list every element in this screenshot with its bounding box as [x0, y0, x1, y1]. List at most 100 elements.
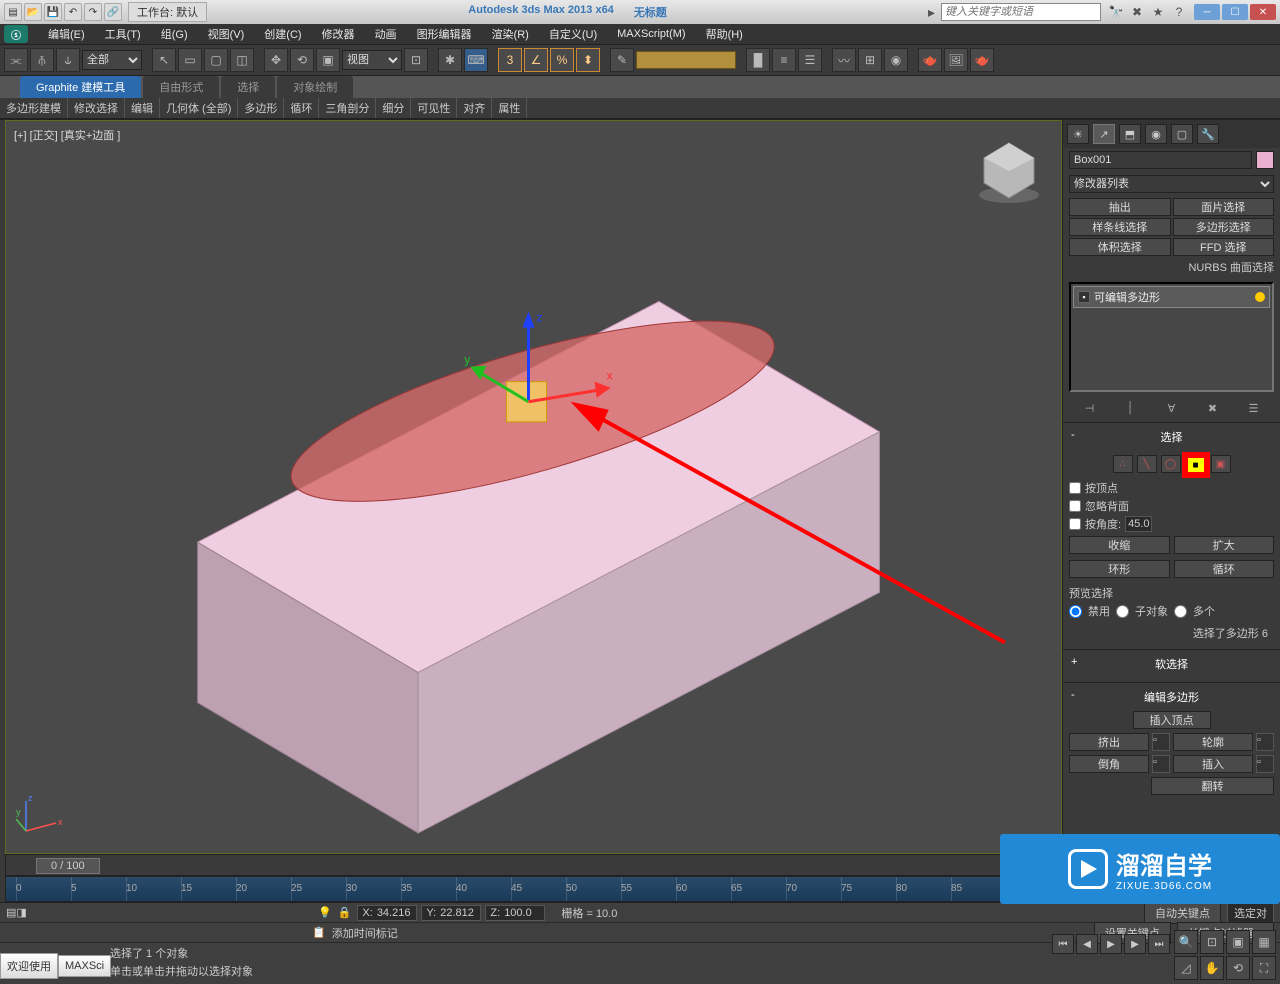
- panel-edit[interactable]: 编辑: [125, 98, 160, 118]
- tab-selection[interactable]: 选择: [221, 76, 275, 98]
- nurbs-row[interactable]: NURBS 曲面选择: [1063, 258, 1280, 276]
- frame-indicator[interactable]: 0 / 100: [36, 858, 100, 874]
- tab-graphite[interactable]: Graphite 建模工具: [20, 76, 141, 98]
- help-icon[interactable]: ?: [1170, 3, 1188, 21]
- panel-polygons[interactable]: 多边形: [238, 98, 284, 118]
- show-end-icon[interactable]: │: [1122, 400, 1140, 416]
- panel-visibility[interactable]: 可见性: [411, 98, 457, 118]
- play-icon[interactable]: ▶: [1100, 934, 1122, 954]
- menu-edit[interactable]: 编辑(E): [38, 26, 95, 42]
- polygon-subobj-icon[interactable]: ■: [1185, 455, 1207, 475]
- align-icon[interactable]: ≡: [772, 48, 796, 72]
- select-manipulate-icon[interactable]: ✱: [438, 48, 462, 72]
- close-button[interactable]: ✕: [1250, 4, 1276, 20]
- goto-start-icon[interactable]: ⏮: [1052, 934, 1074, 954]
- menu-grapheditors[interactable]: 图形编辑器: [407, 26, 482, 42]
- btn-extract[interactable]: 抽出: [1069, 198, 1171, 216]
- bevel-settings-icon[interactable]: ▫: [1152, 755, 1170, 773]
- named-selection-dropdown[interactable]: [636, 51, 736, 69]
- keymode-dropdown[interactable]: 选定对: [1227, 903, 1274, 923]
- selection-filter-dropdown[interactable]: 全部: [82, 50, 142, 70]
- configure-icon[interactable]: ☰: [1245, 400, 1263, 416]
- redo-icon[interactable]: ↷: [84, 3, 102, 21]
- angle-spinner[interactable]: 45.0: [1125, 516, 1152, 532]
- zoom-all-icon[interactable]: ⊡: [1200, 930, 1224, 954]
- menu-views[interactable]: 视图(V): [198, 26, 255, 42]
- pin-stack-icon[interactable]: ⊣: [1081, 400, 1099, 416]
- panel-tris[interactable]: 三角剖分: [319, 98, 376, 118]
- remove-mod-icon[interactable]: ✖: [1204, 400, 1222, 416]
- preview-none-radio[interactable]: [1069, 605, 1082, 618]
- soft-sel-header[interactable]: 软选择: [1069, 654, 1274, 674]
- time-slider[interactable]: 0 / 100: [5, 854, 1062, 876]
- outline-settings-icon[interactable]: ▫: [1256, 733, 1274, 751]
- grow-button[interactable]: 扩大: [1174, 536, 1275, 554]
- insert-vertex-button[interactable]: 插入顶点: [1133, 711, 1211, 729]
- zoom-extents-icon[interactable]: ▣: [1226, 930, 1250, 954]
- viewport[interactable]: [+] [正交] [真实+边面 ] z y x: [5, 120, 1062, 854]
- maximize-viewport-icon[interactable]: ⛶: [1252, 956, 1276, 980]
- spinner-snap-icon[interactable]: ⬍: [576, 48, 600, 72]
- extrude-settings-icon[interactable]: ▫: [1152, 733, 1170, 751]
- tab-freeform[interactable]: 自由形式: [143, 76, 219, 98]
- preview-sub-radio[interactable]: [1116, 605, 1129, 618]
- shrink-button[interactable]: 收缩: [1069, 536, 1170, 554]
- timetag-icon[interactable]: 📋: [312, 926, 326, 939]
- bind-icon[interactable]: ⫝: [56, 48, 80, 72]
- border-subobj-icon[interactable]: ◯: [1161, 455, 1181, 473]
- ring-button[interactable]: 环形: [1069, 560, 1170, 578]
- prev-frame-icon[interactable]: ◀: [1076, 934, 1098, 954]
- app-menu-icon[interactable]: ⓢ: [4, 25, 28, 43]
- expand-icon[interactable]: ▪: [1078, 291, 1090, 303]
- minimize-button[interactable]: ─: [1194, 4, 1220, 20]
- save-icon[interactable]: 💾: [44, 3, 62, 21]
- keyboard-shortcut-icon[interactable]: ⌨: [464, 48, 488, 72]
- maximize-button[interactable]: ☐: [1222, 4, 1248, 20]
- autokey-button[interactable]: 自动关键点: [1144, 902, 1221, 924]
- mirror-icon[interactable]: ▐▌: [746, 48, 770, 72]
- pivot-icon[interactable]: ⊡: [404, 48, 428, 72]
- panel-align[interactable]: 对齐: [457, 98, 492, 118]
- btn-patch-select[interactable]: 面片选择: [1173, 198, 1275, 216]
- preview-multi-radio[interactable]: [1174, 605, 1187, 618]
- outline-button[interactable]: 轮廓: [1173, 733, 1253, 751]
- coord-x[interactable]: X:34.216: [357, 905, 417, 921]
- menu-help[interactable]: 帮助(H): [696, 26, 753, 42]
- menu-tools[interactable]: 工具(T): [95, 26, 151, 42]
- menu-group[interactable]: 组(G): [151, 26, 198, 42]
- panel-loops[interactable]: 循环: [284, 98, 319, 118]
- by-vertex-checkbox[interactable]: [1069, 482, 1081, 494]
- bevel-button[interactable]: 倒角: [1069, 755, 1149, 773]
- next-frame-icon[interactable]: ▶: [1124, 934, 1146, 954]
- edit-named-sel-icon[interactable]: ✎: [610, 48, 634, 72]
- menu-rendering[interactable]: 渲染(R): [482, 26, 539, 42]
- lock-icon[interactable]: 🔒: [338, 906, 352, 919]
- angle-snap-icon[interactable]: ∠: [524, 48, 548, 72]
- zoom-extents-all-icon[interactable]: ▦: [1252, 930, 1276, 954]
- select-name-icon[interactable]: ▭: [178, 48, 202, 72]
- window-crossing-icon[interactable]: ◫: [230, 48, 254, 72]
- zoom-icon[interactable]: 🔍: [1174, 930, 1198, 954]
- btn-vol-select[interactable]: 体积选择: [1069, 238, 1171, 256]
- move-icon[interactable]: ✥: [264, 48, 288, 72]
- binoculars-icon[interactable]: 🔭: [1107, 3, 1125, 21]
- exchange-icon[interactable]: ✖: [1128, 3, 1146, 21]
- utilities-tab-icon[interactable]: 🔧: [1197, 124, 1219, 144]
- curve-editor-icon[interactable]: 〰: [832, 48, 856, 72]
- by-angle-checkbox[interactable]: [1069, 518, 1081, 530]
- maxscript-label[interactable]: MAXSci: [58, 955, 111, 977]
- object-name-input[interactable]: [1069, 151, 1252, 169]
- modify-tab-icon[interactable]: ↗: [1093, 124, 1115, 144]
- select-region-icon[interactable]: ▢: [204, 48, 228, 72]
- btn-ffd-select[interactable]: FFD 选择: [1173, 238, 1275, 256]
- edit-poly-header[interactable]: 编辑多边形: [1069, 687, 1274, 707]
- motion-tab-icon[interactable]: ◉: [1145, 124, 1167, 144]
- edge-subobj-icon[interactable]: ╲: [1137, 455, 1157, 473]
- flip-button[interactable]: 翻转: [1151, 777, 1274, 795]
- coord-y[interactable]: Y:22.812: [421, 905, 481, 921]
- infocenter-arrow-icon[interactable]: ▸: [928, 4, 935, 21]
- workspace-dropdown[interactable]: 工作台: 默认: [128, 2, 207, 22]
- inset-settings-icon[interactable]: ▫: [1256, 755, 1274, 773]
- isolate-icon[interactable]: 💡: [318, 906, 332, 919]
- open-icon[interactable]: 📂: [24, 3, 42, 21]
